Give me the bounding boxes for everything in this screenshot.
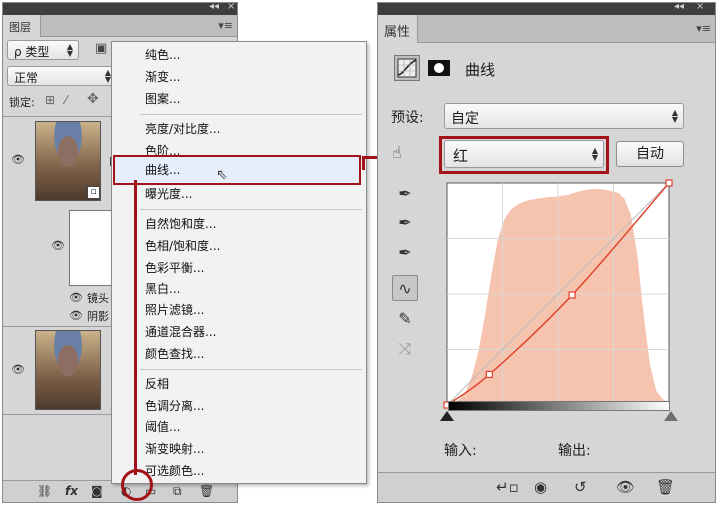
preset-select[interactable]: 自定 ▲ ▼ [444, 103, 684, 129]
portrait-image [36, 331, 100, 409]
effect-label: 镜头 [87, 292, 109, 305]
filter-type-select[interactable]: ρ 类型 ▲ ▼ [7, 40, 79, 60]
menu-item-color-balance[interactable]: 色彩平衡... [112, 257, 366, 279]
lock-transparent-icon[interactable]: ⊞ [45, 93, 55, 107]
menu-item-hue-saturation[interactable]: 色相/饱和度... [112, 235, 366, 257]
delete-layer-icon[interactable]: 🗑 [199, 484, 214, 498]
menu-item-gradient[interactable]: 渐变... [112, 66, 366, 88]
preset-label: 预设: [391, 110, 424, 126]
blend-mode-select[interactable]: 正常 ▲ ▼ [7, 66, 117, 86]
toggle-visibility-icon[interactable]: 👁 [616, 478, 635, 496]
mask-thumbnail[interactable] [69, 210, 113, 286]
panel-top-strip: ◂◂ × [378, 3, 715, 15]
curve-control-point [665, 179, 673, 187]
menu-item-threshold[interactable]: 阈值... [112, 416, 366, 438]
input-gradient-bar [448, 401, 670, 411]
target-adjust-hand-icon[interactable]: ☝ [392, 143, 402, 162]
collapse-icon[interactable]: ◂◂ [674, 3, 684, 12]
menu-item-pattern[interactable]: 图案... [112, 88, 366, 110]
annotation-circle [121, 469, 153, 501]
visibility-eye-icon[interactable]: 👁 [11, 153, 25, 166]
black-point-slider[interactable] [440, 411, 454, 421]
mouse-cursor-icon: ⇖ [216, 167, 228, 183]
panel-top-strip: ◂◂ × [3, 3, 237, 15]
clip-to-layer-icon[interactable]: ↵▫ [496, 478, 519, 496]
reset-icon[interactable]: ↺ [574, 478, 587, 496]
view-previous-icon[interactable]: ◉ [534, 478, 547, 496]
image-filter-icon[interactable]: ▣ [95, 41, 107, 56]
effect-label: 阴影 [87, 310, 109, 323]
effect-eye-icon[interactable]: 👁 [69, 291, 83, 304]
curve-control-point [568, 291, 576, 299]
adjustment-menu: 纯色... 渐变... 图案... 亮度/对比度... 色阶... 曲线... … [111, 41, 367, 484]
fx-icon[interactable]: fx [65, 484, 78, 498]
tab-properties[interactable]: 属性 [378, 15, 418, 43]
panel-menu-icon[interactable]: ▾≡ [218, 19, 233, 32]
curves-glyph-icon [397, 58, 417, 78]
auto-button[interactable]: 自动 [616, 141, 684, 167]
pencil-draw-icon[interactable]: ✎ [392, 306, 418, 332]
white-point-eyedropper-icon[interactable]: ✒ [392, 240, 418, 266]
visibility-eye-icon[interactable]: 👁 [51, 239, 65, 252]
delete-adjustment-icon[interactable]: 🗑 [656, 478, 675, 496]
preset-value: 自定 [451, 111, 479, 127]
smooth-curve-icon[interactable]: ⤨ [392, 336, 418, 362]
annotation-highlight-box [439, 136, 609, 174]
panel-menu-icon[interactable]: ▾≡ [696, 22, 711, 35]
layer-thumbnail[interactable] [35, 330, 101, 410]
add-mask-icon[interactable]: ◙ [91, 484, 103, 498]
menu-item-photo-filter[interactable]: 照片滤镜... [112, 299, 366, 321]
lock-brush-icon[interactable]: ⁄ [65, 93, 67, 107]
select-arrows-icon: ▲ ▼ [66, 42, 73, 58]
blend-mode-label: 正常 [14, 71, 39, 85]
visibility-eye-icon[interactable]: 👁 [11, 363, 25, 376]
tab-layers[interactable]: 图层 [3, 15, 41, 37]
close-icon[interactable]: × [696, 3, 704, 12]
menu-item-gradient-map[interactable]: 渐变映射... [112, 438, 366, 460]
gray-point-eyedropper-icon[interactable]: ✒ [392, 210, 418, 236]
effect-eye-icon[interactable]: 👁 [69, 309, 83, 322]
select-arrows-icon: ▲ ▼ [671, 108, 678, 124]
curve-control-point [485, 370, 493, 379]
menu-item-invert[interactable]: 反相 [112, 373, 366, 395]
panel-title: 曲线 [465, 61, 496, 79]
menu-item-black-white[interactable]: 黑白... [112, 278, 366, 300]
menu-item-vibrance[interactable]: 自然饱和度... [112, 213, 366, 235]
new-layer-icon[interactable]: ⧉ [173, 484, 182, 499]
black-point-eyedropper-icon[interactable]: ✒ [392, 181, 418, 207]
mask-icon[interactable] [426, 55, 452, 81]
menu-item-channel-mixer[interactable]: 通道混合器... [112, 321, 366, 343]
input-label: 输入: [444, 443, 477, 459]
curves-adjustment-icon[interactable] [394, 55, 420, 81]
collapse-icon[interactable]: ◂◂ [209, 3, 219, 12]
lock-label: 锁定: [9, 96, 35, 109]
output-label: 输出: [558, 443, 591, 459]
properties-panel: ◂◂ × 属性 ▾≡ 曲线 预设: 自定 ▲ ▼ ☝ 红 ▲ ▼ 自动 ✒ ✒ ✒ … [377, 2, 716, 503]
properties-bottom-bar: ↵▫ ◉ ↺ 👁 🗑 [378, 472, 715, 502]
layers-tabbar: 图层 ▾≡ [3, 15, 237, 37]
menu-separator [140, 114, 362, 115]
menu-item-solid-color[interactable]: 纯色... [112, 44, 366, 66]
curves-graph[interactable] [439, 179, 675, 409]
menu-item-posterize[interactable]: 色调分离... [112, 395, 366, 417]
link-icon[interactable]: ⛓ [37, 484, 52, 498]
close-icon[interactable]: × [227, 3, 235, 12]
filter-type-label: ρ 类型 [14, 45, 50, 59]
annotation-arrow-line [362, 156, 365, 170]
menu-item-brightness-contrast[interactable]: 亮度/对比度... [112, 118, 366, 140]
annotation-line [134, 180, 137, 475]
menu-item-exposure[interactable]: 曝光度... [112, 183, 366, 205]
curve-point-tool-icon[interactable]: ∿ [392, 275, 418, 301]
properties-tabbar: 属性 ▾≡ [378, 15, 715, 43]
menu-item-curves[interactable]: 曲线... [113, 155, 361, 185]
menu-separator [140, 209, 362, 210]
lock-move-icon[interactable]: ✥ [87, 91, 99, 107]
white-point-slider[interactable] [664, 411, 678, 421]
mask-glyph-icon [428, 60, 450, 76]
menu-item-color-lookup[interactable]: 颜色查找... [112, 343, 366, 365]
smart-object-badge-icon: ▫ [87, 186, 100, 199]
menu-separator [140, 369, 362, 370]
